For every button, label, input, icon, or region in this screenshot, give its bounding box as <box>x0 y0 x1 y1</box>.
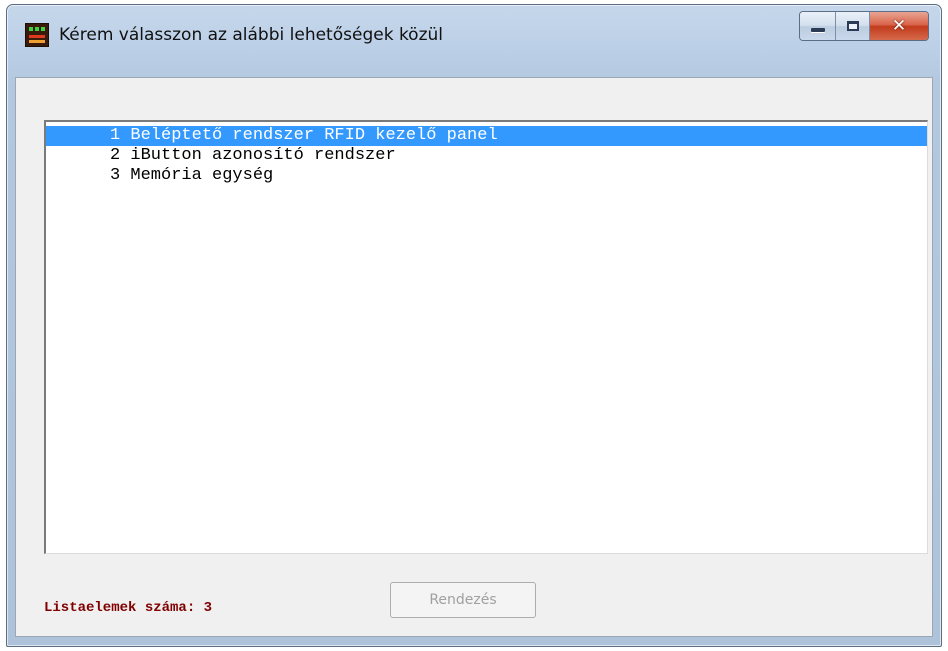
maximize-button[interactable] <box>836 12 870 40</box>
caption-buttons: ✕ <box>799 11 929 41</box>
maximize-icon <box>846 21 859 31</box>
sort-button[interactable]: Rendezés <box>390 582 536 618</box>
app-icon[interactable] <box>25 23 49 47</box>
client-area: 1 Beléptető rendszer RFID kezelő panel 2… <box>15 77 933 637</box>
title-bar[interactable]: Kérem válasszon az alábbi lehetőségek kö… <box>7 5 941 65</box>
close-button[interactable]: ✕ <box>870 12 928 40</box>
list-item[interactable]: 2 iButton azonosító rendszer <box>46 146 927 166</box>
close-icon: ✕ <box>891 16 907 36</box>
minimize-icon <box>810 28 825 32</box>
list-item[interactable]: 1 Beléptető rendszer RFID kezelő panel <box>46 126 927 146</box>
minimize-button[interactable] <box>800 12 836 40</box>
options-listbox[interactable]: 1 Beléptető rendszer RFID kezelő panel 2… <box>44 120 928 554</box>
window-title: Kérem válasszon az alábbi lehetőségek kö… <box>59 25 444 45</box>
item-count-label: Listaelemek száma: 3 <box>44 600 213 616</box>
dialog-window: Kérem válasszon az alábbi lehetőségek kö… <box>6 4 942 647</box>
list-item[interactable]: 3 Memória egység <box>46 166 927 186</box>
